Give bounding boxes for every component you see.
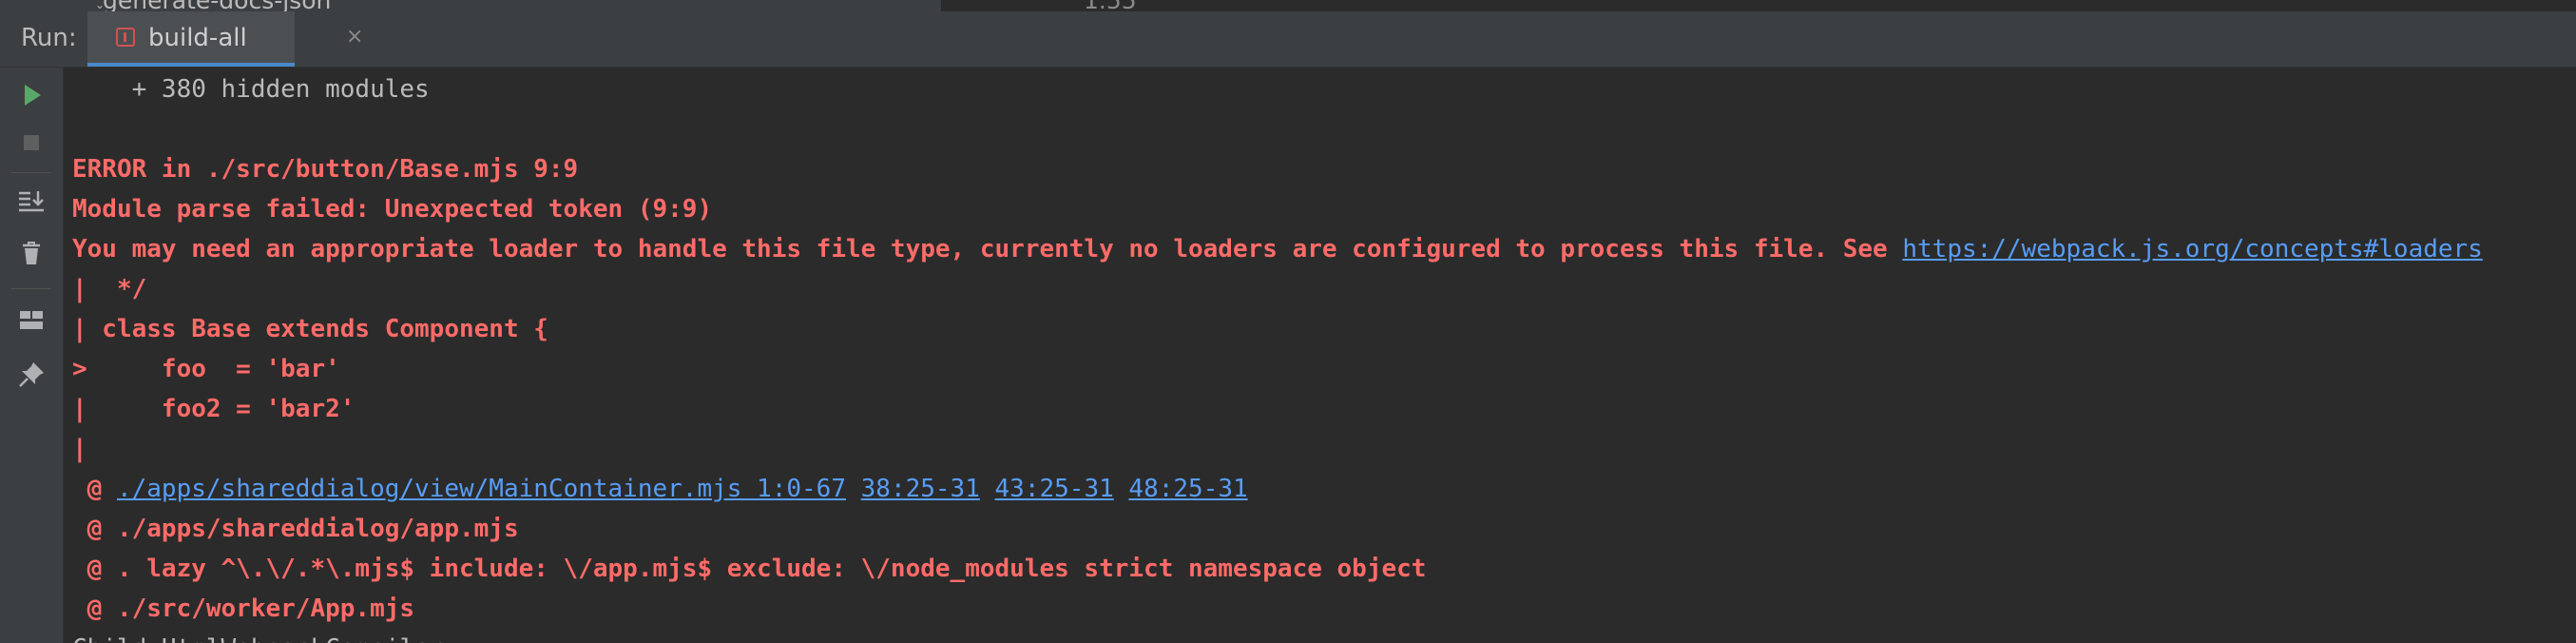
trace-ref-link[interactable]: 48:25-31: [1128, 475, 1247, 503]
npm-script-icon: [116, 28, 135, 47]
loader-message: You may need an appropriate loader to ha…: [72, 235, 1903, 263]
tab-label: build-all: [148, 24, 247, 52]
code-line: > foo = 'bar': [72, 355, 340, 383]
editor-clip: 1.55: [941, 0, 2576, 11]
trace-prefix: @: [72, 475, 117, 503]
console-line: + 380 hidden modules: [72, 75, 430, 104]
code-line: | */: [72, 275, 147, 303]
toolbar-divider: [11, 288, 51, 289]
stack-trace-line: @ ./apps/shareddialog/view/MainContainer…: [72, 469, 1248, 509]
code-line: | class Base extends Component {: [72, 315, 548, 343]
run-toolbar: [0, 68, 64, 643]
run-label: Run:: [21, 24, 77, 52]
run-icon[interactable]: [15, 79, 48, 111]
webpack-loaders-link[interactable]: https://webpack.js.org/concepts#loaders: [1902, 235, 2482, 263]
console-output[interactable]: + 380 hidden modules ERROR in ./src/butt…: [72, 68, 2576, 643]
toolbar-divider: [11, 172, 51, 173]
code-line: | foo2 = 'bar2': [72, 395, 356, 423]
close-icon[interactable]: ×: [346, 25, 363, 49]
tab-build-all[interactable]: build-all ×: [87, 11, 363, 67]
scroll-to-end-icon[interactable]: [15, 185, 48, 218]
trace-file-link[interactable]: ./apps/shareddialog/view/MainContainer.m…: [117, 475, 846, 503]
tree-item-clipped: generate-docs-json: [103, 0, 331, 11]
layout-icon[interactable]: [15, 303, 48, 336]
ide-window: ⌄ generate-docs-json 1.55 Run: build-all…: [0, 0, 2576, 643]
loader-message-line: You may need an appropriate loader to ha…: [72, 229, 2483, 269]
trace-ref-link[interactable]: 43:25-31: [995, 475, 1114, 503]
tab-active-indicator: [87, 63, 295, 67]
trace-ref-link[interactable]: 38:25-31: [861, 475, 980, 503]
stack-trace-line: @ . lazy ^\.\/.*\.mjs$ include: \/app.mj…: [72, 555, 1427, 583]
code-line: |: [72, 435, 87, 463]
error-heading: ERROR in ./src/button/Base.mjs 9:9: [72, 155, 579, 184]
run-tool-window-header: Run: build-all ×: [0, 11, 2576, 68]
stop-icon[interactable]: [15, 127, 48, 159]
error-message: Module parse failed: Unexpected token (9…: [72, 195, 713, 224]
stack-trace-line: @ ./src/worker/App.mjs: [72, 594, 415, 623]
trash-icon[interactable]: [15, 237, 48, 269]
console-line: Child HtmlWebpackCompiler:: [72, 629, 459, 643]
editor-text-clipped: 1.55: [1084, 0, 1137, 11]
stack-trace-line: @ ./apps/shareddialog/app.mjs: [72, 515, 519, 543]
project-tree-clip: ⌄ generate-docs-json 1.55: [0, 0, 2576, 11]
pin-icon[interactable]: [15, 359, 48, 391]
